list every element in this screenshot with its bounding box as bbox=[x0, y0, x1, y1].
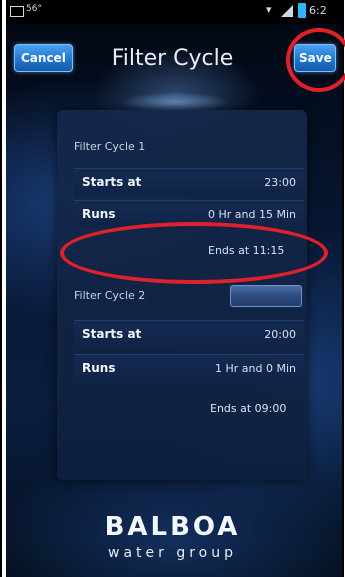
signal-icon bbox=[281, 5, 293, 17]
starts-value: 23:00 bbox=[264, 176, 296, 189]
brand-tagline: water group bbox=[108, 545, 237, 561]
wifi-icon: ▾ bbox=[266, 3, 272, 16]
filter-cycle-2-starts-row[interactable]: Starts at 20:00 bbox=[74, 320, 304, 349]
clock-text: 6:2 bbox=[309, 4, 327, 17]
temperature-text: 56° bbox=[26, 4, 42, 14]
filter-cycle-2-runs-row[interactable]: Runs 1 Hr and 0 Min bbox=[74, 354, 304, 383]
left-border bbox=[0, 0, 2, 577]
brand-logo: BALBOA bbox=[104, 512, 241, 542]
right-border bbox=[342, 0, 344, 577]
runs-value: 1 Hr and 0 Min bbox=[215, 362, 296, 375]
starts-value: 20:00 bbox=[264, 328, 296, 341]
filter-cycle-2-toggle[interactable] bbox=[230, 285, 302, 307]
starts-label: Starts at bbox=[82, 327, 142, 341]
image-notification-icon bbox=[10, 6, 24, 17]
status-bar: 56° ▾ 6:2 bbox=[6, 0, 342, 24]
runs-value: 0 Hr and 15 Min bbox=[208, 208, 296, 221]
header-glow bbox=[120, 92, 230, 112]
filter-cycle-2-ends: Ends at 09:00 bbox=[210, 402, 287, 415]
ends-annotation-oval bbox=[60, 222, 328, 284]
starts-label: Starts at bbox=[82, 175, 142, 189]
battery-icon bbox=[298, 3, 306, 18]
filter-cycle-1-title: Filter Cycle 1 bbox=[74, 140, 146, 153]
filter-cycle-1-starts-row[interactable]: Starts at 23:00 bbox=[74, 168, 304, 197]
save-annotation-oval bbox=[286, 28, 345, 92]
runs-label: Runs bbox=[82, 207, 116, 221]
filter-cycle-2-title: Filter Cycle 2 bbox=[74, 289, 146, 302]
runs-label: Runs bbox=[82, 361, 116, 375]
